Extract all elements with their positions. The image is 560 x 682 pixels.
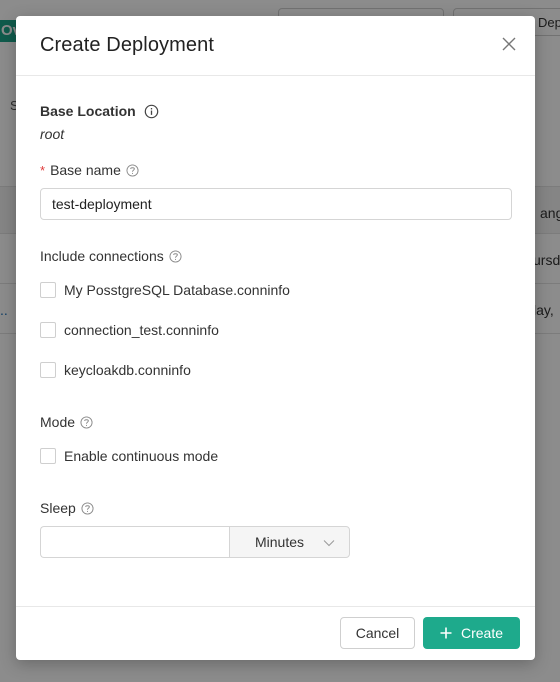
dialog-title: Create Deployment [40, 34, 215, 56]
connections-label-row: Include connections [40, 248, 182, 264]
connections-label: Include connections [40, 248, 164, 264]
create-button[interactable]: Create [423, 617, 520, 649]
dialog-footer: Cancel Create [16, 606, 535, 660]
sleep-label: Sleep [40, 500, 76, 516]
base-name-label-row: * Base name [40, 162, 139, 178]
connection-label: My PosstgreSQL Database.conninfo [64, 282, 290, 298]
base-location-label: Base Location [40, 103, 136, 119]
sleep-input[interactable] [40, 526, 229, 558]
sleep-label-row: Sleep [40, 500, 94, 516]
info-circle-icon[interactable] [144, 104, 159, 119]
connection-checkbox-item[interactable]: My PosstgreSQL Database.conninfo [40, 282, 290, 298]
chevron-down-icon [323, 540, 335, 547]
connection-checkbox-item[interactable]: keycloakdb.conninfo [40, 362, 191, 378]
sleep-unit-select[interactable]: Minutes [229, 526, 350, 558]
base-location-label-row: Base Location [40, 103, 159, 119]
question-circle-icon[interactable] [80, 415, 93, 429]
required-mark: * [40, 162, 46, 178]
checkbox[interactable] [40, 362, 56, 378]
checkbox[interactable] [40, 448, 56, 464]
continuous-mode-checkbox-item[interactable]: Enable continuous mode [40, 448, 218, 464]
connection-label: connection_test.conninfo [64, 322, 219, 338]
mode-label-row: Mode [40, 414, 93, 430]
checkbox[interactable] [40, 322, 56, 338]
plus-icon [440, 627, 452, 639]
sleep-unit-value: Minutes [255, 534, 305, 550]
create-deployment-dialog: Create Deployment Base Location root * B… [16, 16, 535, 660]
close-button[interactable] [499, 34, 519, 54]
question-circle-icon[interactable] [126, 163, 139, 177]
base-name-label: Base name [50, 162, 121, 178]
question-circle-icon[interactable] [169, 249, 182, 263]
create-button-label: Create [460, 625, 504, 641]
mode-label: Mode [40, 414, 76, 430]
dialog-body: Base Location root * Base name Include c… [16, 76, 535, 606]
dialog-header: Create Deployment [16, 16, 535, 76]
connection-checkbox-item[interactable]: connection_test.conninfo [40, 322, 219, 338]
close-icon [502, 37, 516, 51]
question-circle-icon[interactable] [81, 501, 94, 515]
checkbox[interactable] [40, 282, 56, 298]
base-location-value: root [40, 126, 65, 142]
base-name-input[interactable] [40, 188, 512, 220]
connection-label: keycloakdb.conninfo [64, 362, 191, 378]
continuous-mode-label: Enable continuous mode [64, 448, 219, 464]
sleep-input-group: Minutes [40, 526, 350, 558]
cancel-button[interactable]: Cancel [340, 617, 415, 649]
